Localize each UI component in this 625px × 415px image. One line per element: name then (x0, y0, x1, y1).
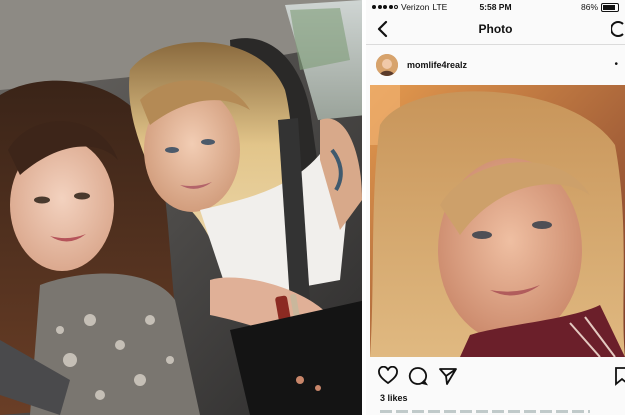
post-actions (366, 362, 625, 390)
caption-cutoff (380, 407, 600, 415)
selfie-photo (0, 0, 366, 415)
battery-info: 86% (581, 2, 619, 12)
likes-count[interactable]: 3 likes (380, 393, 408, 403)
comment-icon[interactable] (408, 366, 428, 386)
page-title: Photo (478, 22, 513, 36)
battery-percent: 86% (580, 2, 598, 12)
post-photo (370, 85, 625, 357)
refresh-icon[interactable] (611, 20, 625, 38)
post-username[interactable]: momlife4realz (407, 60, 467, 70)
more-options-icon[interactable]: • (614, 59, 619, 70)
avatar[interactable] (376, 54, 398, 76)
heart-icon[interactable] (378, 366, 398, 386)
send-icon[interactable] (438, 366, 458, 386)
battery-icon (601, 2, 619, 12)
post-header: momlife4realz • (366, 45, 625, 83)
instagram-screenshot: Verizon LTE 5:58 PM 86% Photo momlife4re… (366, 0, 625, 415)
bookmark-icon[interactable] (612, 366, 625, 386)
nav-bar: Photo (366, 14, 625, 45)
status-bar: Verizon LTE 5:58 PM 86% (366, 0, 625, 14)
